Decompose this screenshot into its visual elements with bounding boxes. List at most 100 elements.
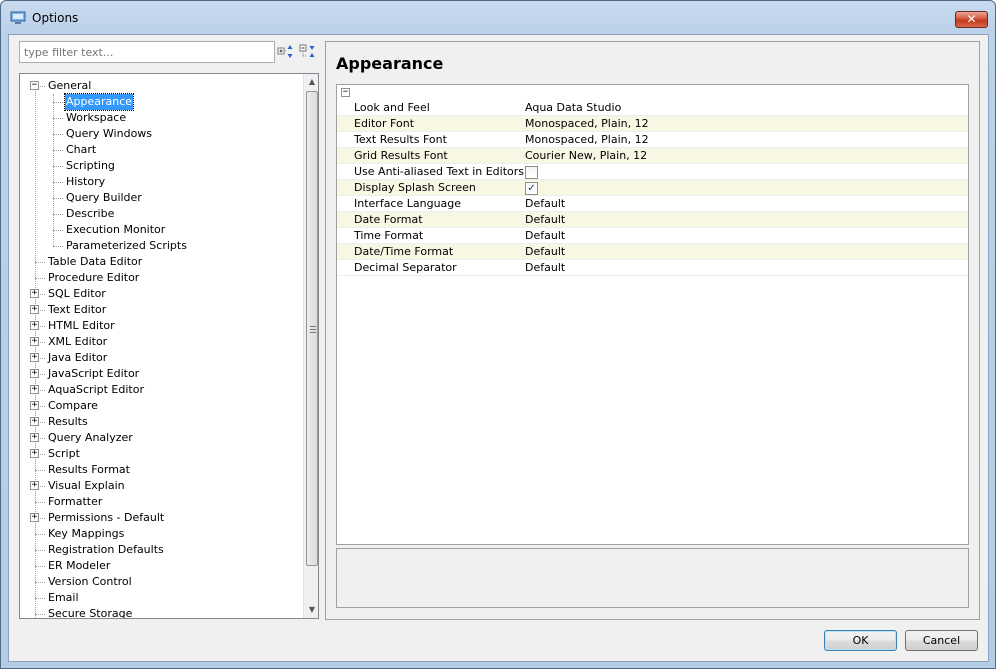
- property-row[interactable]: Time Format Default: [337, 228, 968, 244]
- tree-item[interactable]: + HTML Editor: [20, 318, 302, 334]
- tree-guide-line: [35, 614, 45, 615]
- expand-icon[interactable]: +: [30, 369, 39, 378]
- property-value[interactable]: Monospaced, Plain, 12: [525, 116, 649, 132]
- tree-item[interactable]: + Text Editor: [20, 302, 302, 318]
- tree-item[interactable]: Key Mappings: [20, 526, 302, 542]
- tree-item[interactable]: + XML Editor: [20, 334, 302, 350]
- tree-item[interactable]: + Compare: [20, 398, 302, 414]
- tree-item[interactable]: Email: [20, 590, 302, 606]
- property-value[interactable]: Default: [525, 260, 565, 276]
- tree-guide-line: [53, 166, 63, 167]
- tree-guide-line: [53, 150, 63, 151]
- tree-item[interactable]: Describe: [20, 206, 302, 222]
- property-value[interactable]: Default: [525, 228, 565, 244]
- tree-item[interactable]: Parameterized Scripts: [20, 238, 302, 254]
- collapse-icon[interactable]: −: [30, 81, 39, 90]
- property-row[interactable]: Text Results Font Monospaced, Plain, 12: [337, 132, 968, 148]
- tree-item[interactable]: + Java Editor: [20, 350, 302, 366]
- tree-item[interactable]: + Results: [20, 414, 302, 430]
- tree-item[interactable]: + Visual Explain: [20, 478, 302, 494]
- property-row[interactable]: Display Splash Screen ✓: [337, 180, 968, 196]
- tree-item[interactable]: Workspace: [20, 110, 302, 126]
- property-name: Grid Results Font: [354, 149, 448, 162]
- tree-item[interactable]: + AquaScript Editor: [20, 382, 302, 398]
- collapse-icon[interactable]: −: [341, 88, 350, 97]
- tree-item[interactable]: Procedure Editor: [20, 270, 302, 286]
- expand-icon[interactable]: +: [30, 385, 39, 394]
- scroll-thumb[interactable]: [306, 91, 318, 566]
- tree-item[interactable]: Chart: [20, 142, 302, 158]
- tree-item[interactable]: History: [20, 174, 302, 190]
- close-button[interactable]: ✕: [955, 11, 988, 28]
- property-row[interactable]: Editor Font Monospaced, Plain, 12: [337, 116, 968, 132]
- tree-item[interactable]: Query Windows: [20, 126, 302, 142]
- expand-icon[interactable]: +: [30, 481, 39, 490]
- tree-item[interactable]: − General: [20, 78, 302, 94]
- scroll-up-icon[interactable]: ▲: [304, 74, 318, 90]
- collapse-all-icon[interactable]: [299, 43, 316, 61]
- tree-item[interactable]: Results Format: [20, 462, 302, 478]
- tree-item-label: Registration Defaults: [48, 543, 164, 556]
- expand-all-icon[interactable]: [277, 43, 294, 61]
- expand-icon[interactable]: +: [30, 289, 39, 298]
- property-row[interactable]: Date Format Default: [337, 212, 968, 228]
- tree-item[interactable]: Version Control: [20, 574, 302, 590]
- tree-item[interactable]: ER Modeler: [20, 558, 302, 574]
- tree-item[interactable]: Table Data Editor: [20, 254, 302, 270]
- tree-item[interactable]: + SQL Editor: [20, 286, 302, 302]
- property-value[interactable]: Default: [525, 244, 565, 260]
- expand-icon[interactable]: +: [30, 449, 39, 458]
- property-value[interactable]: Default: [525, 212, 565, 228]
- property-row[interactable]: Use Anti-aliased Text in Editors: [337, 164, 968, 180]
- property-row[interactable]: Decimal Separator Default: [337, 260, 968, 276]
- tree-item[interactable]: Scripting: [20, 158, 302, 174]
- expand-icon[interactable]: +: [30, 321, 39, 330]
- tree-item[interactable]: + Query Analyzer: [20, 430, 302, 446]
- property-name: Time Format: [354, 229, 424, 242]
- tree-item[interactable]: Query Builder: [20, 190, 302, 206]
- tree-item[interactable]: + Script: [20, 446, 302, 462]
- checkbox[interactable]: [525, 166, 538, 179]
- scroll-down-icon[interactable]: ▼: [304, 602, 318, 618]
- tree-item[interactable]: Appearance: [20, 93, 302, 111]
- property-value[interactable]: Courier New, Plain, 12: [525, 148, 647, 164]
- tree-item[interactable]: Secure Storage: [20, 606, 302, 618]
- property-row[interactable]: Interface Language Default: [337, 196, 968, 212]
- expand-icon[interactable]: +: [30, 305, 39, 314]
- expand-icon[interactable]: +: [30, 353, 39, 362]
- property-name: Decimal Separator: [354, 261, 457, 274]
- expand-icon[interactable]: +: [30, 337, 39, 346]
- filter-input[interactable]: [19, 41, 275, 63]
- property-row[interactable]: Date/Time Format Default: [337, 244, 968, 260]
- tree-item-label: Results Format: [48, 463, 130, 476]
- tree-item-label: Key Mappings: [48, 527, 125, 540]
- tree-guide-line: [35, 598, 45, 599]
- property-value[interactable]: Default: [525, 196, 565, 212]
- tree-item-label: History: [66, 175, 106, 188]
- tree-item-label: Workspace: [66, 111, 127, 124]
- tree-item[interactable]: Registration Defaults: [20, 542, 302, 558]
- tree-item-label: ER Modeler: [48, 559, 111, 572]
- tree-item[interactable]: Execution Monitor: [20, 222, 302, 238]
- tree-item-label: Formatter: [48, 495, 103, 508]
- tree-guide-line: [35, 550, 45, 551]
- property-name: Date Format: [354, 213, 423, 226]
- tree-item-label: XML Editor: [48, 335, 108, 348]
- checkbox-checked[interactable]: ✓: [525, 182, 538, 195]
- tree-guide-line: [35, 470, 45, 471]
- property-value[interactable]: Aqua Data Studio: [525, 100, 621, 116]
- expand-icon[interactable]: +: [30, 433, 39, 442]
- ok-button[interactable]: OK: [824, 630, 897, 651]
- property-value[interactable]: Monospaced, Plain, 12: [525, 132, 649, 148]
- tree-item[interactable]: Formatter: [20, 494, 302, 510]
- expand-icon[interactable]: +: [30, 513, 39, 522]
- expand-icon[interactable]: +: [30, 401, 39, 410]
- tree-item[interactable]: + Permissions - Default: [20, 510, 302, 526]
- property-row[interactable]: Look and Feel Aqua Data Studio: [337, 100, 968, 116]
- tree-item[interactable]: + JavaScript Editor: [20, 366, 302, 382]
- tree-guide-line: [35, 566, 45, 567]
- property-row[interactable]: Grid Results Font Courier New, Plain, 12: [337, 148, 968, 164]
- tree-scrollbar[interactable]: ▲ ▼: [303, 74, 318, 618]
- expand-icon[interactable]: +: [30, 417, 39, 426]
- cancel-button[interactable]: Cancel: [905, 630, 978, 651]
